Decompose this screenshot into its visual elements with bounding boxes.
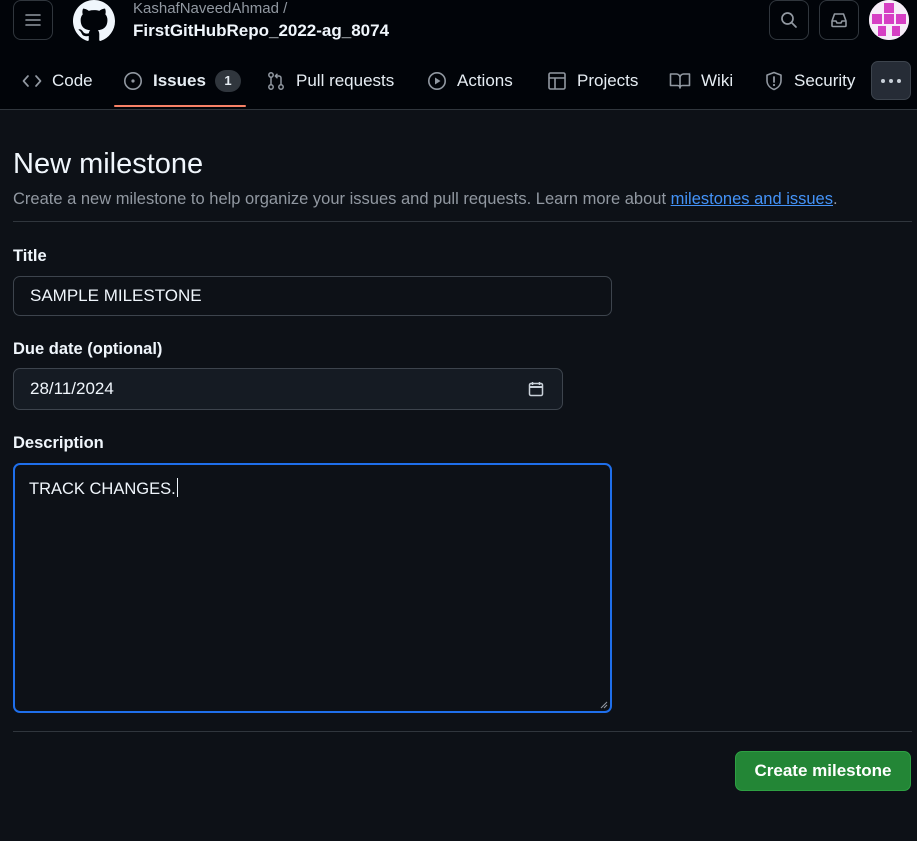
hamburger-menu-button[interactable] — [13, 0, 53, 40]
tab-actions[interactable]: Actions — [427, 56, 513, 106]
form-divider — [13, 731, 912, 732]
description-label: Description — [13, 434, 104, 452]
table-icon — [548, 72, 566, 90]
github-logo-icon[interactable] — [73, 0, 115, 42]
tab-label: Pull requests — [296, 71, 395, 90]
search-icon — [781, 12, 797, 28]
play-icon — [428, 72, 446, 90]
search-button[interactable] — [769, 0, 809, 40]
tab-security[interactable]: Security — [764, 56, 855, 106]
description-textarea[interactable]: TRACK CHANGES. — [13, 463, 612, 713]
tab-label: Wiki — [701, 71, 734, 90]
tab-issues[interactable]: Issues 1 — [123, 56, 241, 106]
code-icon — [22, 75, 42, 87]
tab-label: Code — [52, 71, 93, 90]
shield-icon — [766, 71, 782, 91]
tab-label: Projects — [577, 71, 639, 90]
due-date-input[interactable]: 28/11/2024 — [13, 368, 563, 410]
tab-projects[interactable]: Projects — [547, 56, 638, 106]
kebab-horizontal-icon — [881, 78, 901, 83]
title-input-value: SAMPLE MILESTONE — [30, 286, 202, 305]
git-pull-request-icon — [268, 72, 284, 90]
title-input[interactable]: SAMPLE MILESTONE — [13, 276, 612, 316]
description-value: TRACK CHANGES. — [29, 480, 176, 498]
repo-owner-link[interactable]: KashafNaveedAhmad / — [133, 0, 287, 17]
tab-label: Actions — [457, 71, 513, 90]
page-subtitle: Create a new milestone to help organize … — [13, 188, 838, 210]
tab-code[interactable]: Code — [22, 56, 93, 106]
tab-pull-requests[interactable]: Pull requests — [266, 56, 394, 106]
inbox-icon — [831, 13, 847, 28]
calendar-icon[interactable] — [528, 381, 544, 397]
title-label: Title — [13, 247, 47, 265]
create-milestone-button[interactable]: Create milestone — [735, 751, 911, 791]
due-date-label: Due date (optional) — [13, 340, 163, 358]
page-title: New milestone — [13, 148, 204, 180]
issue-opened-icon — [124, 72, 142, 90]
identicon-icon — [869, 0, 909, 40]
hamburger-icon — [25, 14, 41, 26]
issues-count-badge: 1 — [214, 70, 241, 92]
tab-label: Security — [794, 71, 856, 90]
book-icon — [669, 73, 691, 89]
resize-handle-icon[interactable] — [599, 700, 608, 709]
active-tab-indicator — [114, 105, 246, 107]
inbox-button[interactable] — [819, 0, 859, 40]
user-avatar[interactable] — [869, 0, 909, 40]
repo-nav-tabs: Code Issues 1 Pull requests Actions Proj… — [0, 56, 917, 110]
tab-label: Issues — [153, 71, 206, 90]
header-divider — [13, 221, 912, 222]
subtitle-end: . — [832, 190, 838, 208]
repo-name-link[interactable]: FirstGitHubRepo_2022-ag_8074 — [133, 21, 389, 41]
due-date-value: 28/11/2024 — [30, 379, 114, 398]
tab-wiki[interactable]: Wiki — [669, 56, 733, 106]
subtitle-text: Create a new milestone to help organize … — [13, 190, 671, 208]
more-tabs-button[interactable] — [871, 61, 911, 100]
milestones-and-issues-link[interactable]: milestones and issues — [671, 190, 833, 208]
text-cursor — [176, 478, 178, 497]
